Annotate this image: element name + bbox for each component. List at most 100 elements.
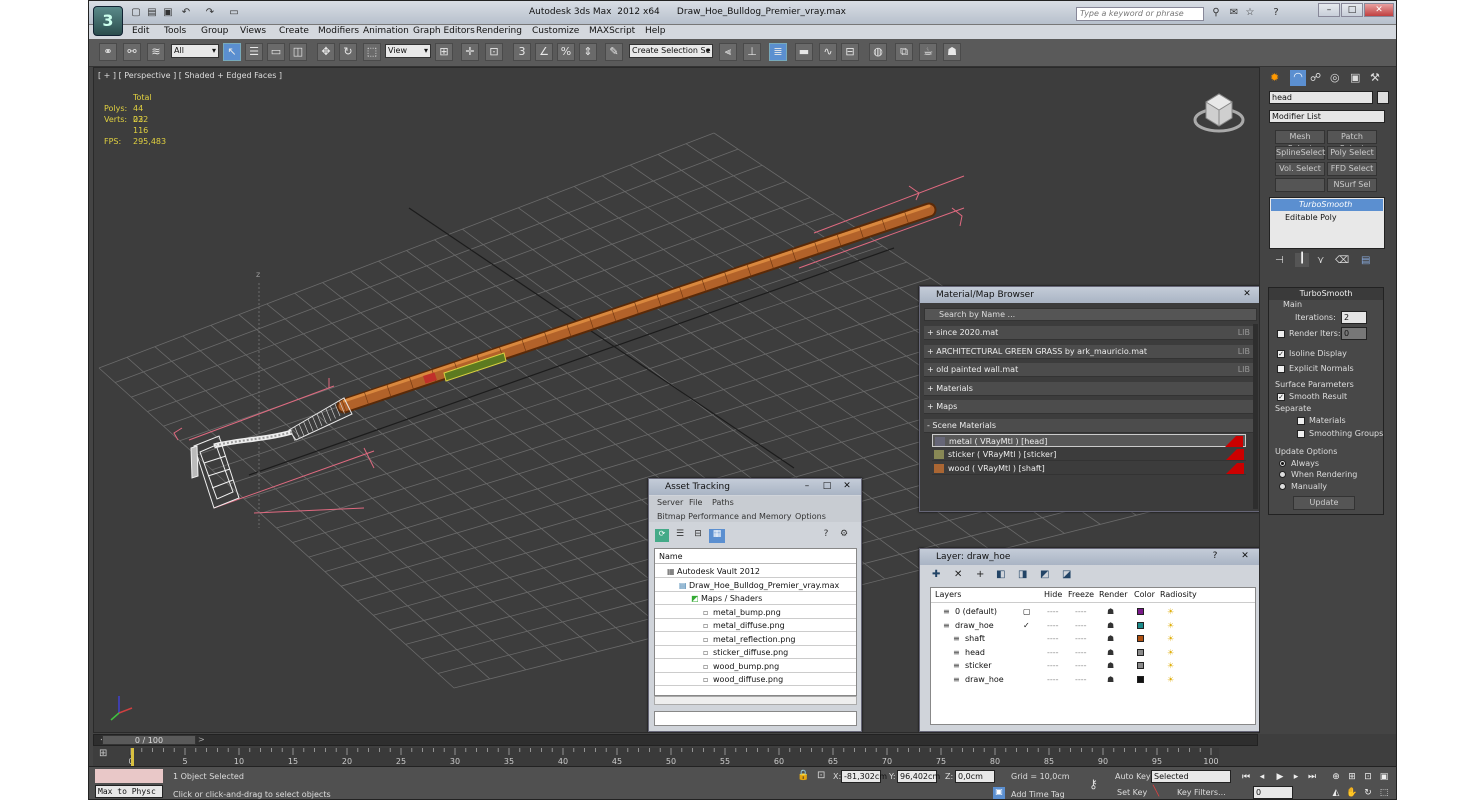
maximize-viewport-icon[interactable]: ⬚ bbox=[1377, 787, 1391, 799]
asset-menu-options[interactable]: Options bbox=[795, 512, 826, 521]
render-teapot-icon[interactable]: ☗ bbox=[1107, 646, 1114, 659]
asset-row[interactable]: ▫ metal_bump.png bbox=[655, 606, 856, 619]
layer-row[interactable]: ≡ shaft ---- ---- ☗ ☀ bbox=[931, 632, 1255, 645]
scene-material-row[interactable]: sticker ( VRayMtl ) [sticker] bbox=[932, 448, 1246, 461]
layer-manager-icon[interactable]: ≣ bbox=[769, 43, 787, 61]
render-teapot-icon[interactable]: ☗ bbox=[1107, 632, 1114, 645]
freeze-all-layers-icon[interactable]: ◪ bbox=[1062, 569, 1076, 583]
menu-tools[interactable]: Tools bbox=[164, 26, 186, 36]
angle-snap-icon[interactable]: ∠ bbox=[535, 43, 553, 61]
object-color-swatch[interactable] bbox=[1377, 91, 1389, 104]
material-search-input[interactable]: Search by Name ... bbox=[924, 308, 1257, 321]
material-browser-close-button[interactable]: ✕ bbox=[1237, 288, 1257, 301]
asset-close-button[interactable]: ✕ bbox=[837, 480, 857, 493]
render-column-header[interactable]: Render bbox=[1099, 588, 1127, 601]
layer-hide-toggle[interactable]: ---- bbox=[1047, 632, 1059, 645]
snap-toggle-icon[interactable]: 3 bbox=[513, 43, 531, 61]
go-to-start-icon[interactable]: ⏮ bbox=[1239, 771, 1253, 784]
motion-tab-icon[interactable]: ◎ bbox=[1330, 71, 1344, 85]
absolute-mode-icon[interactable]: ⊡ bbox=[817, 770, 825, 781]
asset-row[interactable]: ▫ wood_diffuse.png bbox=[655, 673, 856, 686]
library-row[interactable]: + since 2020.mat LIB bbox=[924, 326, 1254, 340]
minimize-button[interactable]: – bbox=[1318, 3, 1340, 17]
window-crossing-icon[interactable]: ◫ bbox=[289, 43, 307, 61]
zoom-all-icon[interactable]: ⊞ bbox=[1345, 771, 1359, 784]
select-object-icon[interactable]: ↖ bbox=[223, 43, 241, 61]
update-when-rendering-radio[interactable] bbox=[1279, 471, 1286, 478]
selection-filter-dropdown[interactable]: All bbox=[171, 44, 219, 58]
radiosity-icon[interactable]: ☀ bbox=[1167, 619, 1174, 632]
table-view-icon[interactable]: ▦ bbox=[709, 529, 725, 543]
empty-modifier-button[interactable] bbox=[1275, 178, 1325, 192]
asset-menu-bitmap[interactable]: Bitmap Performance and Memory bbox=[657, 512, 792, 521]
mirror-icon[interactable]: ⫷ bbox=[719, 43, 737, 61]
asset-horizontal-scrollbar[interactable] bbox=[654, 696, 857, 705]
update-manually-radio[interactable] bbox=[1279, 483, 1286, 490]
menu-help[interactable]: Help bbox=[645, 26, 666, 36]
current-time-marker[interactable] bbox=[131, 748, 134, 766]
layer-row[interactable]: ≡ sticker ---- ---- ☗ ☀ bbox=[931, 659, 1255, 672]
spline-select-button[interactable]: SplineSelect bbox=[1275, 146, 1325, 160]
mesh-select-button[interactable]: Mesh Select bbox=[1275, 130, 1325, 153]
add-time-tag-button[interactable]: Add Time Tag bbox=[1011, 790, 1065, 799]
x-coordinate-field[interactable]: -81,302cm bbox=[841, 770, 887, 783]
bind-spacewarp-icon[interactable]: ≋ bbox=[147, 43, 165, 61]
new-file-icon[interactable]: ▢ bbox=[129, 6, 143, 20]
menu-animation[interactable]: Animation bbox=[363, 26, 409, 36]
material-editor-icon[interactable]: ◍ bbox=[869, 43, 887, 61]
set-key-mode-icon[interactable]: ⚷ bbox=[1089, 777, 1098, 791]
current-frame-field[interactable]: 0 bbox=[1253, 786, 1293, 799]
save-file-icon[interactable]: ▣ bbox=[161, 6, 175, 20]
configure-sets-icon[interactable]: ▤ bbox=[1361, 255, 1370, 266]
align-icon[interactable]: ⊥ bbox=[743, 43, 761, 61]
radiosity-icon[interactable]: ☀ bbox=[1167, 646, 1174, 659]
zoom-extents-icon[interactable]: ⊡ bbox=[1361, 771, 1375, 784]
asset-menu-file[interactable]: File bbox=[689, 498, 702, 507]
delete-layer-icon[interactable]: ✕ bbox=[954, 569, 968, 583]
layer-color-swatch[interactable] bbox=[1137, 662, 1144, 669]
redo-icon[interactable]: ↷ bbox=[203, 6, 217, 20]
percent-snap-icon[interactable]: % bbox=[557, 43, 575, 61]
menu-edit[interactable]: Edit bbox=[132, 26, 149, 36]
layer-freeze-toggle[interactable]: ---- bbox=[1075, 632, 1087, 645]
smooth-result-checkbox[interactable]: ✓ bbox=[1277, 393, 1285, 401]
ffd-select-button[interactable]: FFD Select bbox=[1327, 162, 1377, 176]
asset-row[interactable]: ▫ wood_bump.png bbox=[655, 660, 856, 673]
rect-selection-icon[interactable]: ▭ bbox=[267, 43, 285, 61]
render-teapot-icon[interactable]: ☗ bbox=[1107, 619, 1114, 632]
layer-hide-toggle[interactable]: ---- bbox=[1047, 619, 1059, 632]
stack-item-editable-poly[interactable]: Editable Poly bbox=[1271, 212, 1383, 224]
keyboard-shortcut-icon[interactable]: ⊡ bbox=[485, 43, 503, 61]
select-layer-icon[interactable]: ◧ bbox=[996, 569, 1010, 583]
asset-menu-paths[interactable]: Paths bbox=[712, 498, 734, 507]
orbit-icon[interactable]: ↻ bbox=[1361, 787, 1375, 799]
menu-modifiers[interactable]: Modifiers bbox=[318, 26, 359, 36]
asset-minimize-button[interactable]: – bbox=[797, 480, 817, 493]
maximize-button[interactable]: □ bbox=[1341, 3, 1363, 17]
list-view-icon[interactable]: ☰ bbox=[673, 529, 687, 542]
layer-row[interactable]: ≡ draw_hoe ---- ---- ☗ ☀ ✓ bbox=[931, 619, 1255, 632]
rotate-icon[interactable]: ↻ bbox=[339, 43, 357, 61]
key-selection-dropdown[interactable]: Selected bbox=[1151, 770, 1231, 783]
named-selection-set-dropdown[interactable]: Create Selection Se bbox=[629, 44, 713, 58]
asset-help-icon[interactable]: ? bbox=[819, 529, 833, 542]
scene-material-row[interactable]: metal ( VRayMtl ) [head] bbox=[932, 434, 1246, 447]
link-icon[interactable]: ⚭ bbox=[99, 43, 117, 61]
hierarchy-tab-icon[interactable]: ☍ bbox=[1310, 71, 1324, 85]
binoculars-icon[interactable]: ⚲ bbox=[1209, 6, 1223, 20]
stack-item-turbosmooth[interactable]: TurboSmooth bbox=[1271, 199, 1383, 211]
unlink-icon[interactable]: ⚯ bbox=[123, 43, 141, 61]
search-input[interactable]: Type a keyword or phrase bbox=[1076, 7, 1204, 21]
layer-freeze-toggle[interactable]: ---- bbox=[1075, 605, 1087, 618]
asset-row[interactable]: ◩ Maps / Shaders bbox=[655, 592, 856, 605]
scene-material-row[interactable]: wood ( VRayMtl ) [shaft] bbox=[932, 462, 1246, 475]
layer-row[interactable]: ≡ draw_hoe ---- ---- ☗ ☀ bbox=[931, 673, 1255, 686]
layer-close-button[interactable]: ✕ bbox=[1235, 550, 1255, 563]
render-teapot-icon[interactable]: ☗ bbox=[1107, 673, 1114, 686]
material-browser-scrollbar[interactable] bbox=[1253, 324, 1258, 509]
key-filters-button[interactable]: Key Filters... bbox=[1177, 788, 1226, 797]
rendered-frame-icon[interactable]: ☕ bbox=[919, 43, 937, 61]
show-end-result-icon[interactable]: ┃ bbox=[1295, 253, 1309, 267]
layer-hide-toggle[interactable]: ---- bbox=[1047, 605, 1059, 618]
update-always-radio[interactable] bbox=[1279, 460, 1286, 467]
